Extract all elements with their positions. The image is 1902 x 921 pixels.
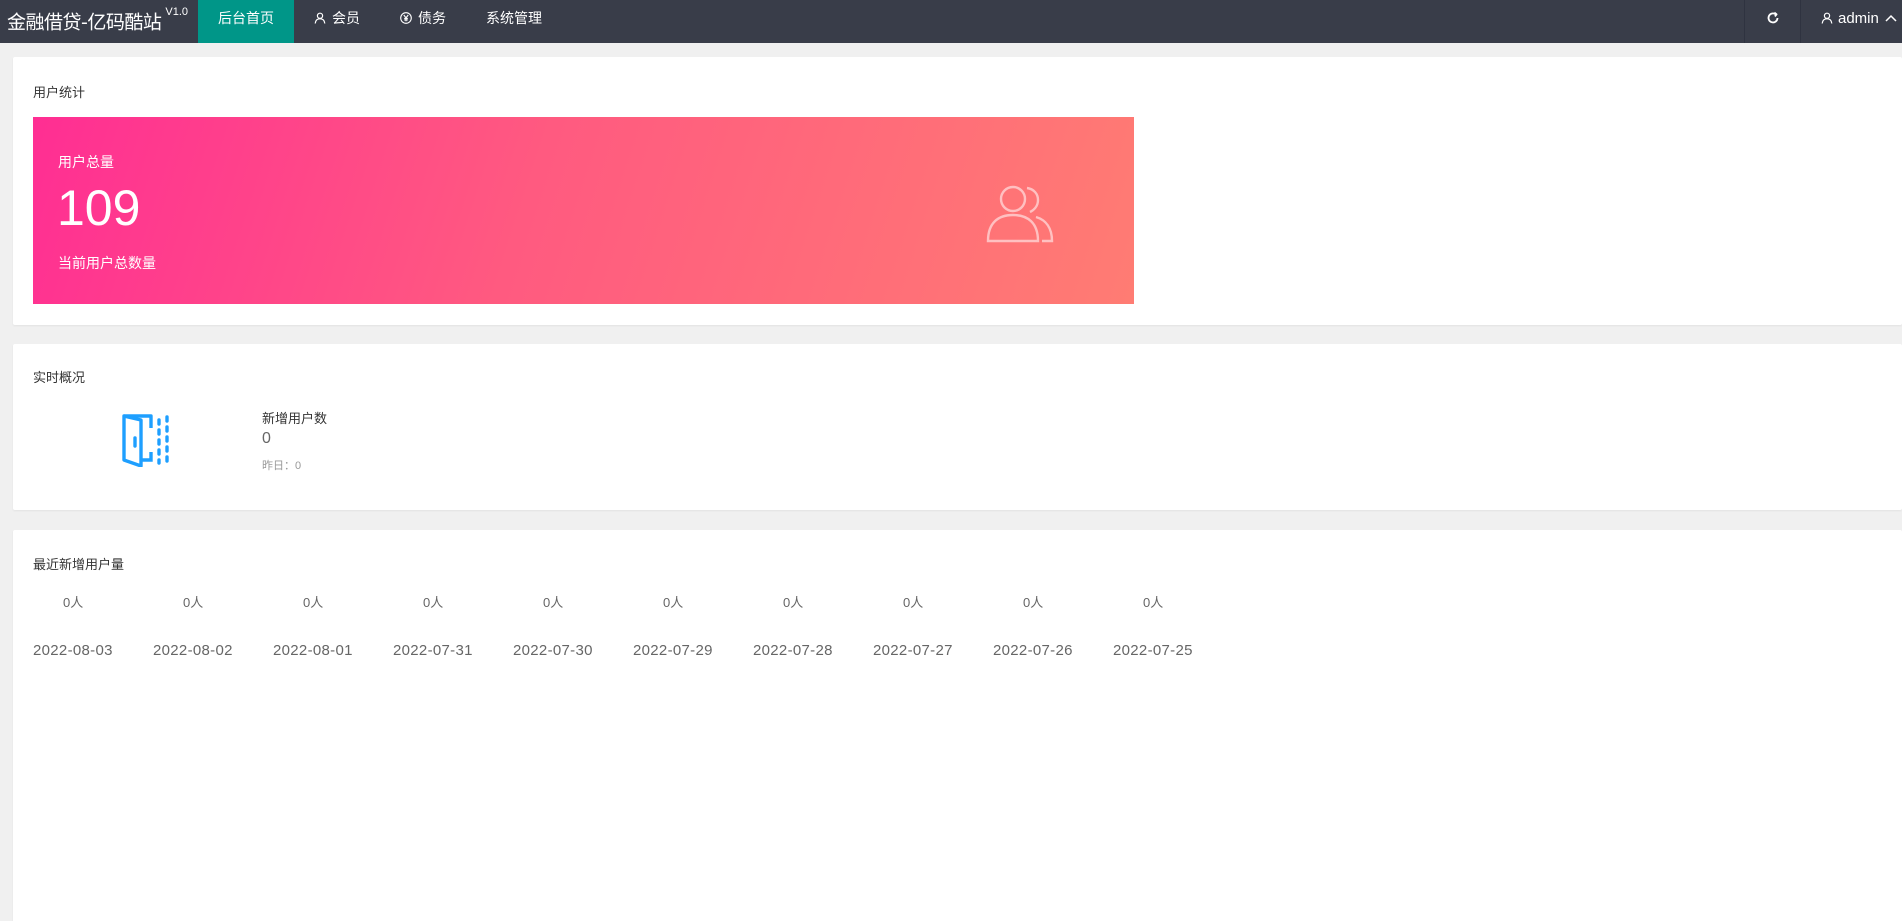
- nav-home-label: 后台首页: [218, 10, 274, 26]
- list-item: 0人 2022-08-01: [273, 592, 393, 659]
- daily-date: 2022-07-26: [993, 642, 1073, 659]
- user-name: admin: [1838, 9, 1879, 27]
- realtime-card: 实时概况 新增用户数 0 昨日：0: [13, 344, 1902, 510]
- daily-count: 0人: [423, 595, 444, 610]
- user-total-banner: 用户总量 109 当前用户总数量: [33, 117, 1134, 304]
- nav-system-label: 系统管理: [486, 10, 542, 26]
- nav-members[interactable]: 会员: [294, 0, 380, 43]
- app-logo-text: 金融借贷-亿码酷站: [7, 11, 162, 34]
- user-total-value: 109: [57, 180, 141, 236]
- nav-system[interactable]: 系统管理: [466, 0, 562, 43]
- user-stats-card: 用户统计 用户总量 109 当前用户总数量: [13, 57, 1902, 325]
- users-icon: [986, 185, 1054, 243]
- daily-date: 2022-07-28: [753, 642, 833, 659]
- daily-count: 0人: [1023, 595, 1044, 610]
- top-right-tools: admin: [1744, 0, 1902, 43]
- daily-count: 0人: [903, 595, 924, 610]
- user-total-label: 用户总量: [58, 154, 114, 170]
- new-users-value: 0: [262, 430, 271, 447]
- main-nav: 后台首页 会员 债务 系统管理: [198, 0, 562, 43]
- user-icon: [314, 12, 326, 24]
- chevron-up-icon: [1885, 14, 1897, 22]
- daily-date: 2022-07-27: [873, 642, 953, 659]
- daily-date: 2022-07-25: [1113, 642, 1193, 659]
- refresh-button[interactable]: [1744, 0, 1800, 43]
- daily-count: 0人: [303, 595, 324, 610]
- new-users-yesterday: 昨日：0: [262, 460, 302, 472]
- recent-users-list: 0人 2022-08-03 0人 2022-08-02 0人 2022-08-0…: [33, 592, 1233, 659]
- nav-debts-label: 债务: [418, 10, 446, 26]
- nav-home[interactable]: 后台首页: [198, 0, 294, 43]
- nav-debts[interactable]: 债务: [380, 0, 466, 43]
- daily-date: 2022-07-30: [513, 642, 593, 659]
- daily-count: 0人: [663, 595, 684, 610]
- recent-users-title: 最近新增用户量: [33, 557, 125, 572]
- top-bar: 金融借贷-亿码酷站 V1.0 后台首页 会员 债务 系统管理 admin: [0, 0, 1902, 43]
- daily-count: 0人: [543, 595, 564, 610]
- list-item: 0人 2022-07-26: [993, 592, 1113, 659]
- daily-count: 0人: [783, 595, 804, 610]
- list-item: 0人 2022-07-28: [753, 592, 873, 659]
- daily-date: 2022-08-02: [153, 642, 233, 659]
- list-item: 0人 2022-07-31: [393, 592, 513, 659]
- door-icon: [122, 414, 169, 467]
- yen-icon: [400, 12, 412, 24]
- daily-date: 2022-07-29: [633, 642, 713, 659]
- daily-date: 2022-08-03: [33, 642, 113, 659]
- app-logo[interactable]: 金融借贷-亿码酷站 V1.0: [7, 0, 188, 43]
- daily-date: 2022-07-31: [393, 642, 473, 659]
- list-item: 0人 2022-08-02: [153, 592, 273, 659]
- list-item: 0人 2022-07-30: [513, 592, 633, 659]
- daily-count: 0人: [183, 595, 204, 610]
- nav-members-label: 会员: [332, 10, 360, 26]
- user-menu[interactable]: admin: [1800, 0, 1902, 43]
- daily-count: 0人: [1143, 595, 1164, 610]
- recent-users-card: 最近新增用户量 0人 2022-08-03 0人 2022-08-02 0人 2…: [13, 530, 1902, 921]
- user-total-desc: 当前用户总数量: [58, 255, 156, 271]
- refresh-icon: [1767, 11, 1778, 24]
- user-icon: [1821, 12, 1833, 24]
- list-item: 0人 2022-07-29: [633, 592, 753, 659]
- daily-count: 0人: [63, 595, 84, 610]
- app-version: V1.0: [165, 6, 188, 18]
- realtime-title: 实时概况: [33, 370, 86, 385]
- list-item: 0人 2022-07-27: [873, 592, 993, 659]
- daily-date: 2022-08-01: [273, 642, 353, 659]
- list-item: 0人 2022-07-25: [1113, 592, 1233, 659]
- new-users-label: 新增用户数: [262, 411, 328, 426]
- user-stats-title: 用户统计: [33, 85, 86, 100]
- list-item: 0人 2022-08-03: [33, 592, 153, 659]
